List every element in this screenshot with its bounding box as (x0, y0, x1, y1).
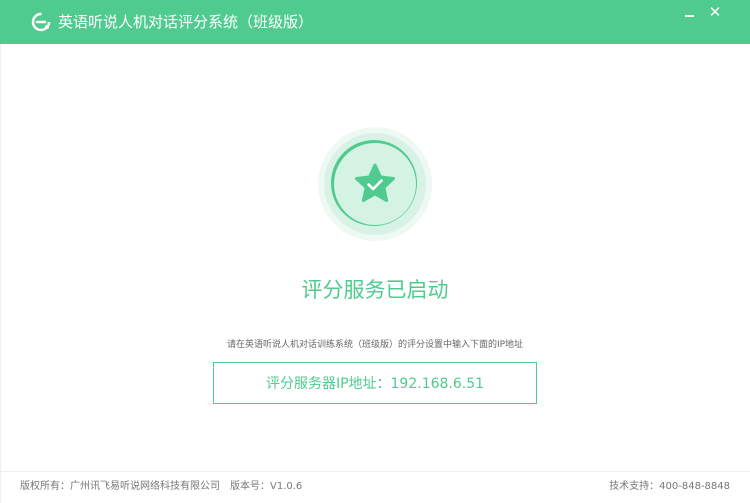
footer-version: 版本号：V1.0.6 (230, 481, 303, 492)
window-border (0, 44, 1, 503)
title-bar: 英语听说人机对话评分系统（班级版） ✕ (0, 0, 750, 44)
footer-copyright: 版权所有：广州讯飞易听说网络科技有限公司 (20, 481, 220, 492)
star-check-icon (355, 163, 395, 202)
app-logo-icon (31, 12, 51, 32)
server-ip-label: 评分服务器IP地址：192.168.6.51 (265, 376, 485, 392)
status-indicator (318, 127, 432, 241)
footer-divider (0, 471, 750, 472)
close-icon: ✕ (708, 3, 722, 21)
service-status-title: 评分服务已启动 (301, 278, 449, 302)
window-title: 英语听说人机对话评分系统（班级版） (58, 13, 314, 31)
footer-support: 技术支持：400-848-8848 (609, 481, 730, 492)
close-button[interactable]: ✕ (703, 2, 727, 22)
ip-instruction-text: 请在英语听说人机对话训练系统（班级版）的评分设置中输入下面的IP地址 (226, 340, 524, 350)
server-ip-box: 评分服务器IP地址：192.168.6.51 (213, 362, 537, 404)
minimize-icon (684, 15, 694, 17)
minimize-button[interactable] (677, 2, 701, 22)
